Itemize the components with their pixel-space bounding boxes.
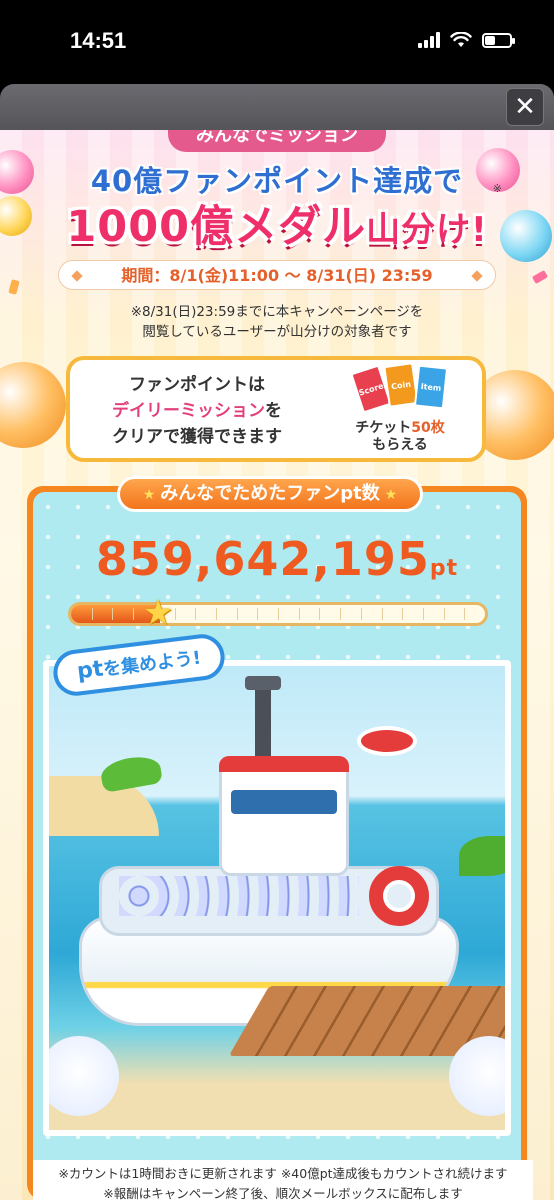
boat-red-stripe <box>219 756 349 772</box>
item-ticket-icon: Item <box>413 364 449 410</box>
wifi-icon <box>450 32 472 47</box>
status-time: 14:51 <box>70 28 127 53</box>
note-mark: ※ <box>492 182 502 195</box>
campaign-banner[interactable]: みんなでミッション 40億ファンポイント達成で 1000億メダル山分け! ※ 期… <box>0 130 554 1200</box>
star-icon: ★ <box>379 487 398 503</box>
progress-tick <box>133 608 135 620</box>
progress-tick <box>360 608 362 620</box>
progress-tick <box>464 608 466 620</box>
status-icons <box>418 32 515 48</box>
progress-star-icon: ★ <box>143 593 174 633</box>
progress-tick <box>422 608 424 620</box>
footnote-line: ※カウントは1時間おきに更新されます ※40億pt達成後もカウントされ続けます <box>58 1166 508 1181</box>
progress-tick <box>195 608 197 620</box>
progress-tick <box>319 608 321 620</box>
confetti-decoration <box>531 270 549 284</box>
fan-point-unit: pt <box>429 556 459 581</box>
status-bar: 14:51 <box>0 0 554 84</box>
progress-tick <box>298 608 300 620</box>
boat-smokestack-top <box>245 676 281 690</box>
mission-tab-label: みんなでミッション <box>168 130 386 152</box>
ticket-reward: Score Coin Item チケット50枚 もらえる <box>330 362 470 454</box>
ticket-reward-label: チケット50枚 もらえる <box>355 420 445 453</box>
progress-tick <box>278 608 279 620</box>
info-line: ファンポイントは <box>129 375 265 395</box>
cellular-signal-icon <box>418 32 440 48</box>
progress-tick <box>236 608 238 620</box>
notice-line: ※8/31(日)23:59までに本キャンペーンページを <box>130 304 424 320</box>
coin-pile <box>119 876 359 916</box>
info-line: クリアで獲得できます <box>112 427 282 447</box>
daily-mission-highlight: デイリーミッション <box>112 401 265 421</box>
counter-footnote: ※カウントは1時間おきに更新されます ※40億pt達成後もカウントされ続けます … <box>33 1160 533 1200</box>
battery-icon <box>482 32 515 48</box>
progress-tick <box>174 608 176 620</box>
info-line: デイリーミッションを <box>112 401 282 421</box>
footnote-line: ※報酬はキャンペーン終了後、順次メールボックスに配布します <box>103 1186 463 1200</box>
banner-title-small: 山分け! <box>366 210 488 250</box>
progress-bar <box>68 602 488 626</box>
boat-funnel <box>357 726 417 756</box>
palm-leaves-illustration <box>98 753 164 793</box>
boat-cabin <box>219 756 349 876</box>
fan-point-total: 859,642,195pt <box>33 532 521 586</box>
progress-tick <box>257 608 259 620</box>
boat-window <box>231 790 337 814</box>
boat-scene-illustration <box>43 660 511 1136</box>
palm-leaves-illustration <box>459 836 505 876</box>
fan-point-ribbon: ★ みんなでためたファンpt数 ★ <box>117 476 423 512</box>
close-button[interactable]: ✕ <box>506 88 544 126</box>
eligibility-notice: ※8/31(日)23:59までに本キャンペーンページを 閲覧しているユーザーが山… <box>0 302 554 342</box>
banner-title-line2: 1000億メダル山分け! <box>0 192 554 254</box>
progress-tick <box>381 608 383 620</box>
progress-tick <box>91 608 93 620</box>
duck-character-left <box>49 1036 119 1116</box>
star-icon: ★ <box>142 487 161 503</box>
progress-tick <box>443 608 445 620</box>
life-ring-icon <box>369 866 429 926</box>
fan-point-info-text: ファンポイントは デイリーミッションを クリアで獲得できます <box>82 372 312 450</box>
progress-tick <box>340 608 342 620</box>
progress-tick <box>215 608 217 620</box>
close-icon: ✕ <box>514 92 536 122</box>
fan-point-counter-panel: 859,642,195pt ★ ptを集めよう! ※カウントは1時間おきに更新さ… <box>27 476 533 1200</box>
balloon-decoration <box>0 362 66 448</box>
modal-header <box>0 84 554 130</box>
progress-tick <box>402 608 404 620</box>
banner-title-big: 1000億メダル <box>66 202 367 252</box>
campaign-period: 期間：8/1(金)11:00 ～ 8/31(日) 23:59 <box>58 260 496 290</box>
confetti-decoration <box>8 279 20 295</box>
fan-point-value: 859,642,195 <box>95 532 430 586</box>
boat-smokestack <box>255 686 271 756</box>
fan-point-info-box: ファンポイントは デイリーミッションを クリアで獲得できます Score Coi… <box>66 356 486 462</box>
progress-tick <box>112 608 114 620</box>
notice-line: 閲覧しているユーザーが山分けの対象者です <box>142 324 412 340</box>
